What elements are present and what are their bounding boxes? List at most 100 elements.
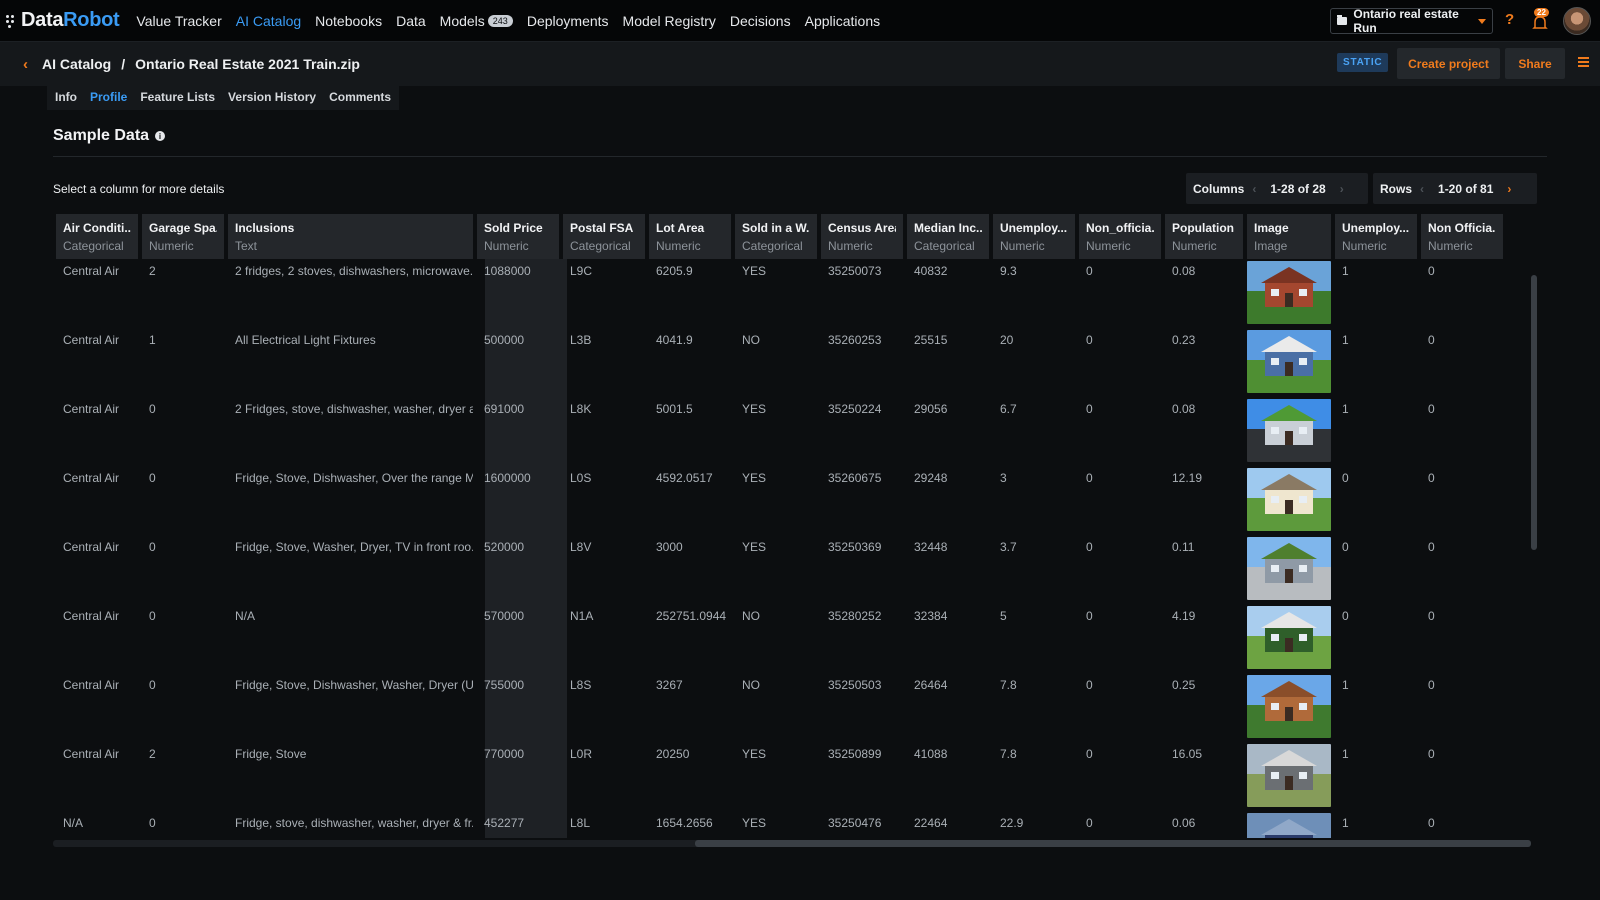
column-header[interactable]: Postal FSA Categorical bbox=[563, 214, 645, 259]
table-cell: L8K bbox=[570, 402, 592, 416]
table-cell: YES bbox=[742, 471, 767, 485]
nav-item-label: AI Catalog bbox=[235, 12, 302, 29]
table-cell: 1 bbox=[1342, 816, 1349, 830]
house-photo-thumbnail[interactable] bbox=[1247, 675, 1331, 738]
datarobot-logo[interactable]: Data Robot bbox=[6, 9, 120, 32]
create-project-button[interactable]: Create project bbox=[1397, 48, 1500, 79]
column-header[interactable]: Unemploy... Numeric bbox=[1335, 214, 1417, 259]
table-row[interactable]: Central Air 0 Fridge, Stove, Dishwasher, W… bbox=[56, 673, 1534, 742]
house-photo-thumbnail[interactable] bbox=[1247, 468, 1331, 531]
info-icon[interactable]: i bbox=[155, 131, 166, 141]
table-cell: Central Air bbox=[63, 678, 120, 692]
table-cell: 1 bbox=[1342, 747, 1349, 761]
column-type: Numeric bbox=[828, 239, 873, 253]
notification-icon[interactable]: 22 bbox=[1531, 8, 1549, 29]
table-cell: 1088000 bbox=[484, 264, 531, 278]
table-cell: 2 bbox=[149, 747, 156, 761]
column-header[interactable]: Median Inc... Categorical bbox=[907, 214, 989, 259]
house-photo-thumbnail[interactable] bbox=[1247, 744, 1331, 807]
nav-item-data[interactable]: Data bbox=[396, 13, 426, 29]
section-title-text: Sample Data bbox=[53, 127, 150, 144]
logo-text-data: Data bbox=[21, 9, 64, 31]
chevron-left-icon[interactable]: ‹ bbox=[23, 56, 28, 73]
nav-item-deployments[interactable]: Deployments bbox=[527, 13, 609, 29]
help-icon[interactable]: ? bbox=[1505, 11, 1514, 28]
nav-item-ai-catalog[interactable]: AI Catalog bbox=[236, 13, 301, 29]
table-row[interactable]: Central Air 2 Fridge, Stove 770000 L0R 20250 Y… bbox=[56, 742, 1534, 811]
table-cell: 0 bbox=[1428, 609, 1435, 623]
rows-next-icon[interactable]: › bbox=[1507, 182, 1511, 196]
table-cell: 0 bbox=[149, 678, 156, 692]
column-header[interactable]: Inclusions Text bbox=[228, 214, 473, 259]
house-photo-thumbnail[interactable] bbox=[1247, 813, 1331, 838]
nav-item-applications[interactable]: Applications bbox=[805, 13, 881, 29]
column-header[interactable]: Lot Area Numeric bbox=[649, 214, 731, 259]
house-photo-thumbnail[interactable] bbox=[1247, 537, 1331, 600]
tab-version-history[interactable]: Version History bbox=[228, 90, 316, 104]
rows-prev-icon[interactable]: ‹ bbox=[1420, 182, 1424, 196]
tab-info[interactable]: Info bbox=[55, 90, 77, 104]
tab-feature-lists[interactable]: Feature Lists bbox=[140, 90, 215, 104]
nav-item-models[interactable]: Models 243 bbox=[440, 13, 513, 29]
hamburger-menu-icon[interactable] bbox=[1578, 57, 1589, 69]
house-photo-thumbnail[interactable] bbox=[1247, 261, 1331, 324]
nav-item-model-registry[interactable]: Model Registry bbox=[623, 13, 716, 29]
breadcrumb-root[interactable]: AI Catalog bbox=[42, 56, 111, 72]
vertical-scrollbar[interactable] bbox=[1531, 275, 1537, 550]
column-header[interactable]: Garage Spa... Numeric bbox=[142, 214, 224, 259]
column-header[interactable]: Census Area Numeric bbox=[821, 214, 903, 259]
table-row[interactable]: Central Air 0 Fridge, Stove, Dishwasher, O… bbox=[56, 466, 1534, 535]
table-cell: Central Air bbox=[63, 747, 120, 761]
table-cell: YES bbox=[742, 402, 767, 416]
table-row[interactable]: Central Air 1 All Electrical Light Fixture… bbox=[56, 328, 1534, 397]
nav-item-value-tracker[interactable]: Value Tracker bbox=[136, 13, 221, 29]
column-header[interactable]: Air Conditi... Categorical bbox=[56, 214, 138, 259]
table-cell: 0.08 bbox=[1172, 402, 1196, 416]
house-photo-thumbnail[interactable] bbox=[1247, 606, 1331, 669]
top-nav: Data Robot Value Tracker AI Catalog Noteboo… bbox=[0, 0, 1600, 42]
table-cell: 3.7 bbox=[1000, 540, 1017, 554]
user-avatar[interactable] bbox=[1563, 7, 1591, 35]
table-cell: 0 bbox=[1428, 471, 1435, 485]
column-header[interactable]: Image Image bbox=[1247, 214, 1331, 259]
table-cell: 2 bbox=[149, 264, 156, 278]
table-cell: 26464 bbox=[914, 678, 948, 692]
table-cell: 5 bbox=[1000, 609, 1007, 623]
column-header[interactable]: Non_officia... Numeric bbox=[1079, 214, 1161, 259]
dataset-tabs: Info Profile Feature Lists Version History C… bbox=[47, 86, 400, 110]
table-cell: Fridge, Stove, Washer, Dryer, TV in fron… bbox=[235, 540, 473, 554]
column-type: Numeric bbox=[1172, 239, 1217, 253]
table-cell: 22.9 bbox=[1000, 816, 1024, 830]
nav-item-notebooks[interactable]: Notebooks bbox=[315, 13, 382, 29]
column-header[interactable]: Sold Price Numeric bbox=[477, 214, 559, 259]
table-cell: NO bbox=[742, 678, 760, 692]
table-cell: 520000 bbox=[484, 540, 525, 554]
breadcrumb-bar: ‹ AI Catalog / Ontario Real Estate 2021 … bbox=[0, 42, 1600, 86]
tab-comments[interactable]: Comments bbox=[329, 90, 391, 104]
column-header[interactable]: Population ... Numeric bbox=[1165, 214, 1243, 259]
tab-profile[interactable]: Profile bbox=[90, 90, 127, 104]
columns-next-icon[interactable]: › bbox=[1340, 182, 1344, 196]
column-header[interactable]: Unemploy... Numeric bbox=[993, 214, 1075, 259]
rows-pager-range: 1-20 of 81 bbox=[1438, 181, 1494, 196]
table-row[interactable]: Central Air 0 2 Fridges, stove, dishwasher… bbox=[56, 397, 1534, 466]
table-row[interactable]: N/A 0 Fridge, stove, dishwasher, washer, d… bbox=[56, 811, 1534, 838]
table-row[interactable]: Central Air 0 N/A 570000 N1A 252751.0944 NO 352… bbox=[56, 604, 1534, 673]
column-header[interactable]: Sold in a W... Categorical bbox=[735, 214, 817, 259]
rows-pager: Rows ‹ 1-20 of 81 › bbox=[1373, 173, 1537, 204]
share-button[interactable]: Share bbox=[1505, 48, 1565, 79]
horizontal-scrollbar[interactable] bbox=[695, 840, 1531, 847]
table-cell: 0 bbox=[1086, 264, 1093, 278]
column-name: Garage Spa... bbox=[149, 221, 217, 235]
house-photo-thumbnail[interactable] bbox=[1247, 330, 1331, 393]
house-photo-thumbnail[interactable] bbox=[1247, 399, 1331, 462]
project-selector[interactable]: Ontario real estate Run bbox=[1330, 7, 1493, 35]
table-row[interactable]: Central Air 2 2 fridges, 2 stoves, dishwas… bbox=[56, 259, 1534, 328]
table-cell: 770000 bbox=[484, 747, 525, 761]
column-name: Unemploy... bbox=[1342, 221, 1410, 235]
table-row[interactable]: Central Air 0 Fridge, Stove, Washer, Dryer… bbox=[56, 535, 1534, 604]
columns-prev-icon[interactable]: ‹ bbox=[1252, 182, 1256, 196]
nav-item-decisions[interactable]: Decisions bbox=[730, 13, 791, 29]
column-header[interactable]: Non Officia... Numeric bbox=[1421, 214, 1503, 259]
table-cell: 35250073 bbox=[828, 264, 882, 278]
